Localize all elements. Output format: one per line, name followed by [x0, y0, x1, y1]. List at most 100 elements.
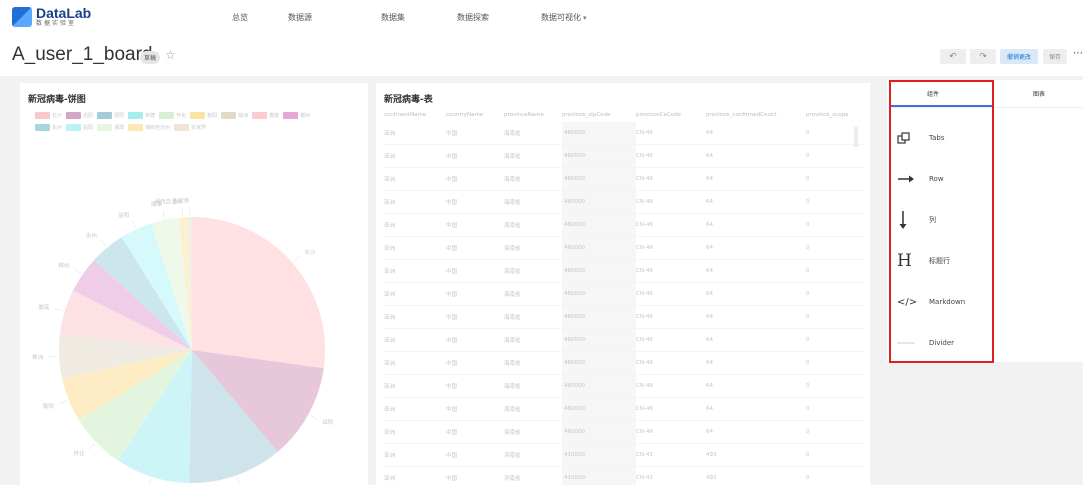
table-cell: 0 — [806, 245, 810, 251]
table-row[interactable]: 亚洲 中国 海南省 460000 CN-46 64 0 — [384, 375, 864, 398]
table-cell: 河南省 — [504, 476, 521, 482]
divider-icon — [897, 341, 919, 345]
scrollbar[interactable] — [854, 127, 858, 147]
save-button[interactable]: 保存 — [1043, 49, 1067, 64]
tab-charts[interactable]: 图表 — [1033, 89, 1045, 98]
pie-slice-label: 岳阳 — [322, 418, 333, 426]
table-cell: CN-46 — [636, 360, 653, 366]
table-row[interactable]: 亚洲 中国 海南省 460000 CN-46 64 0 — [384, 168, 864, 191]
pie-slice-label: 长沙 — [304, 248, 316, 256]
table-row[interactable]: 亚洲 中国 海南省 460000 CN-46 64 0 — [384, 122, 864, 145]
more-options-icon[interactable]: ⋯ — [1073, 48, 1083, 59]
component-row[interactable]: Row — [897, 166, 993, 192]
table-cell: 亚洲 — [384, 223, 396, 229]
pie-label-leader — [162, 209, 165, 218]
redo-button[interactable]: ↷ — [970, 49, 996, 64]
column-header[interactable]: province_confirmedCount — [706, 112, 806, 118]
table-row[interactable]: 亚洲 中国 海南省 460000 CN-46 64 0 — [384, 260, 864, 283]
column-header[interactable]: province_suspe — [806, 112, 851, 118]
table-row[interactable]: 亚洲 中国 海南省 460000 CN-46 64 0 — [384, 329, 864, 352]
table-row[interactable]: 亚洲 中国 海南省 460000 CN-46 64 0 — [384, 306, 864, 329]
undo-button[interactable]: ↶ — [940, 49, 966, 64]
table-row[interactable]: 亚洲 中国 海南省 460000 CN-46 64 0 — [384, 283, 864, 306]
nav-dataset[interactable]: 数据集 — [381, 12, 405, 23]
table-row[interactable]: 亚洲 中国 海南省 460000 CN-46 64 0 — [384, 421, 864, 444]
nav-overview[interactable]: 总览 — [232, 12, 248, 23]
table-cell: 460000 — [562, 306, 636, 328]
table-cell: 460000 — [562, 122, 636, 144]
table-cell: CN-41 — [636, 452, 653, 458]
table-cell: 64 — [706, 153, 713, 159]
table-cell: 亚洲 — [384, 292, 396, 298]
table-cell: 海南省 — [504, 430, 521, 436]
nav-data-visualization[interactable]: 数据可视化 ▾ — [541, 12, 587, 23]
table-cell: 中国 — [446, 131, 458, 137]
pie-label-leader — [182, 207, 184, 216]
table-card[interactable]: 新冠病毒-表 continentName countryName provinceN… — [376, 83, 870, 485]
component-label: 标题行 — [929, 257, 950, 265]
discard-changes-button[interactable]: 撤销更改 — [1000, 49, 1038, 64]
table-row[interactable]: 亚洲 中国 海南省 460000 CN-46 64 0 — [384, 352, 864, 375]
table-cell: 海南省 — [504, 361, 521, 367]
table-cell: 64 — [706, 314, 713, 320]
component-label: Tabs — [929, 134, 945, 142]
component-tabs[interactable]: Tabs — [897, 125, 993, 151]
star-icon[interactable]: ☆ — [165, 48, 176, 62]
pie-chart-card[interactable]: 新冠病毒-饼图 长沙 岳阳 邵阳 常德 怀化 衡阳 株洲 娄底 郴州 永州 益阳 湘潭 湘西自治州 张家界… — [20, 83, 368, 485]
column-header[interactable]: provinceName — [504, 112, 562, 118]
table-cell: 0 — [806, 291, 810, 297]
pie-slice[interactable] — [192, 217, 325, 369]
pie-label-leader — [55, 308, 63, 312]
table-cell: 0 — [806, 337, 810, 343]
table-cell: 0 — [806, 314, 810, 320]
table-cell: 中国 — [446, 223, 458, 229]
pie-label-leader — [100, 239, 107, 247]
component-label: Markdown — [929, 298, 966, 306]
tab-components[interactable]: 组件 — [927, 89, 939, 98]
table-cell: 0 — [806, 268, 810, 274]
nav-datasource[interactable]: 数据源 — [288, 12, 312, 23]
component-divider[interactable]: Divider — [897, 330, 993, 356]
table-row[interactable]: 亚洲 中国 海南省 460000 CN-46 64 0 — [384, 398, 864, 421]
component-panel-content: 组件 图表 Tabs Row 列 H 标题行 </> Markdown Divi… — [887, 80, 1083, 362]
app-logo[interactable]: DataLab 数据实验室 — [12, 6, 91, 27]
table-cell: 亚洲 — [384, 338, 396, 344]
table-cell: 64 — [706, 245, 713, 251]
tabs-icon — [897, 131, 919, 145]
table-row[interactable]: 亚洲 中国 河南省 410000 CN-41 493 0 — [384, 467, 864, 485]
pie-label-leader — [148, 478, 152, 485]
column-header[interactable]: continentName — [384, 112, 446, 118]
table-cell: CN-41 — [636, 475, 653, 481]
table-cell: 海南省 — [504, 154, 521, 160]
component-column[interactable]: 列 — [897, 207, 993, 233]
nav-data-explore[interactable]: 数据探索 — [457, 12, 489, 23]
component-markdown[interactable]: </> Markdown — [897, 289, 993, 315]
component-label: Row — [929, 175, 944, 183]
component-heading[interactable]: H 标题行 — [897, 248, 993, 274]
table-row[interactable]: 亚洲 中国 海南省 460000 CN-46 64 0 — [384, 237, 864, 260]
table-row[interactable]: 亚洲 中国 海南省 460000 CN-46 64 0 — [384, 191, 864, 214]
column-header[interactable]: province_zipCode — [562, 112, 636, 118]
table-cell: 海南省 — [504, 131, 521, 137]
table-row[interactable]: 亚洲 中国 海南省 460000 CN-46 64 0 — [384, 214, 864, 237]
data-table: continentName countryName provinceName prov… — [384, 108, 864, 485]
table-cell: 0 — [806, 176, 810, 182]
table-row[interactable]: 亚洲 中国 河南省 410000 CN-41 493 0 — [384, 444, 864, 467]
table-cell: 64 — [706, 406, 713, 412]
table-cell: 亚洲 — [384, 476, 396, 482]
column-header[interactable]: countryName — [446, 112, 504, 118]
table-cell: CN-46 — [636, 429, 653, 435]
table-cell: 64 — [706, 429, 713, 435]
app-name: DataLab — [36, 5, 92, 21]
table-cell: 亚洲 — [384, 131, 396, 137]
code-icon: </> — [897, 296, 918, 308]
table-cell: 中国 — [446, 154, 458, 160]
column-header[interactable]: provinceCeCode — [636, 112, 706, 118]
table-cell: 海南省 — [504, 384, 521, 390]
table-row[interactable]: 亚洲 中国 海南省 460000 CN-46 64 0 — [384, 145, 864, 168]
table-cell: 亚洲 — [384, 361, 396, 367]
table-cell: 460000 — [562, 168, 636, 190]
table-cell: 64 — [706, 291, 713, 297]
table-cell: 中国 — [446, 315, 458, 321]
table-cell: 460000 — [562, 191, 636, 213]
